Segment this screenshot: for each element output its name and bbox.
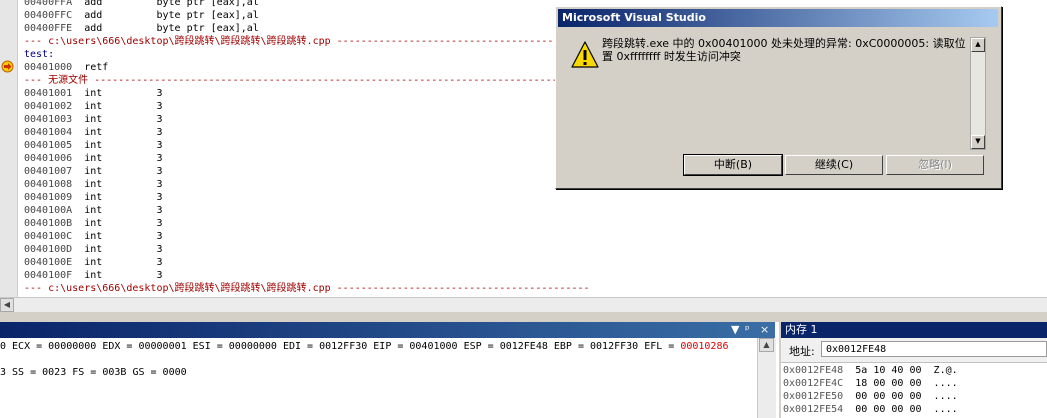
memory-pane[interactable]: 内存 1 地址: 0x0012FE48 0x0012FE48 5a 10 40 … [779,322,1047,418]
scroll-up-icon[interactable]: ▲ [759,338,774,352]
breakpoint-gutter[interactable] [0,0,18,297]
disasm-line: 00401004 int 3 [24,127,163,138]
disasm-line: 00401001 int 3 [24,88,163,99]
no-source-separator: --- 无源文件 -------------------------------… [24,75,558,86]
disasm-line: 00401007 int 3 [24,166,163,177]
disassembly-horizontal-scrollbar[interactable]: ◀ [0,297,1047,313]
pin-icon[interactable]: ᵖ [745,323,750,336]
registers-line-2: 3 SS = 0023 FS = 003B GS = 0000 [0,367,187,378]
pane-splitter[interactable] [0,312,1047,322]
scroll-down-icon[interactable]: ▼ [971,135,985,149]
function-label: test: [24,49,55,60]
current-instruction-line: 00401000 retf [24,62,109,73]
source-file-separator-bottom: --- c:\users\666\desktop\跨段跳转\跨段跳转\跨段跳转.… [24,283,590,294]
disasm-line: 0040100B int 3 [24,218,163,229]
disasm-line: 00400FFA add byte ptr [eax],al [24,0,259,8]
disasm-line: 0040100A int 3 [24,205,163,216]
dialog-message-scrollbar[interactable]: ▲ ▼ [970,37,986,150]
disasm-line: 00401005 int 3 [24,140,163,151]
disasm-line: 00401003 int 3 [24,114,163,125]
current-instruction-arrow-icon [1,60,14,73]
continue-button[interactable]: 继续(C) [785,155,883,175]
memory-address-bar: 地址: 0x0012FE48 [781,338,1047,363]
address-input[interactable]: 0x0012FE48 [821,341,1047,357]
registers-line-1: 0 ECX = 00000000 EDX = 00000001 ESI = 00… [0,341,729,352]
source-file-separator: --- c:\users\666\desktop\跨段跳转\跨段跳转\跨段跳转.… [24,36,590,47]
disasm-line: 0040100F int 3 [24,270,163,281]
disasm-line: 0040100C int 3 [24,231,163,242]
disasm-line: 00401008 int 3 [24,179,163,190]
memory-title: 内存 1 [781,322,1047,338]
warning-icon [571,41,599,68]
dialog-message: 跨段跳转.exe 中的 0x00401000 处未处理的异常: 0xC00000… [602,37,966,63]
disasm-line: 0040100D int 3 [24,244,163,255]
disasm-line: 0040100E int 3 [24,257,163,268]
memory-row: 0x0012FE48 5a 10 40 00 Z.@. [783,365,958,376]
scroll-up-icon[interactable]: ▲ [971,38,985,52]
memory-row: 0x0012FE4C 18 00 00 00 .... [783,378,958,389]
ignore-button[interactable]: 忽略(I) [886,155,984,175]
close-icon[interactable]: × [760,323,769,336]
disasm-line: 00401002 int 3 [24,101,163,112]
memory-row: 0x0012FE50 00 00 00 00 .... [783,391,958,402]
exception-dialog[interactable]: Microsoft Visual Studio 跨段跳转.exe 中的 0x00… [555,6,1002,189]
scroll-left-icon[interactable]: ◀ [0,298,14,312]
dialog-title: Microsoft Visual Studio [558,9,998,27]
address-label: 地址: [789,345,815,358]
disasm-line: 00401006 int 3 [24,153,163,164]
break-button[interactable]: 中断(B) [683,154,783,176]
registers-pane[interactable]: ▼ ᵖ × 0 ECX = 00000000 EDX = 00000001 ES… [0,322,776,418]
disasm-line: 00400FFE add byte ptr [eax],al [24,23,259,34]
registers-title-bar: ▼ ᵖ × [0,322,775,338]
dropdown-icon[interactable]: ▼ [731,323,739,336]
disasm-line: 00401009 int 3 [24,192,163,203]
dialog-message-area: 跨段跳转.exe 中的 0x00401000 处未处理的异常: 0xC00000… [600,37,988,150]
disasm-line: 00400FFC add byte ptr [eax],al [24,10,259,21]
efl-value: 00010286 [680,341,729,352]
registers-vertical-scrollbar[interactable]: ▲ [757,338,776,418]
memory-row: 0x0012FE54 00 00 00 00 .... [783,404,958,415]
